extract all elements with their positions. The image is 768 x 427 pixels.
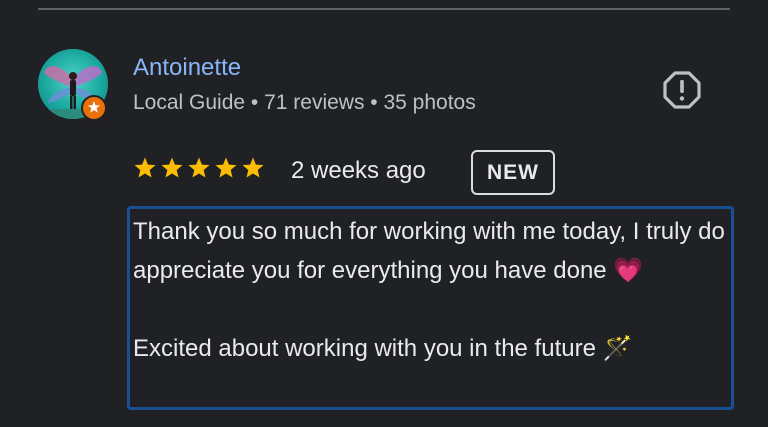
review-text: Thank you so much for working with me to… bbox=[133, 218, 725, 362]
divider bbox=[38, 8, 730, 10]
star-icon bbox=[134, 157, 156, 178]
local-guide-icon bbox=[88, 101, 100, 113]
report-icon bbox=[663, 71, 701, 109]
star-icon bbox=[215, 157, 237, 178]
review-time: 2 weeks ago bbox=[291, 157, 426, 184]
star-icon bbox=[161, 157, 183, 178]
new-badge: NEW bbox=[471, 150, 555, 195]
local-guide-badge bbox=[81, 95, 107, 121]
star-rating bbox=[133, 156, 265, 180]
star-icon bbox=[188, 157, 210, 178]
reviewer-meta: Local Guide • 71 reviews • 35 photos bbox=[133, 91, 476, 114]
reviewer-name[interactable]: Antoinette bbox=[133, 54, 241, 82]
star-icon bbox=[242, 157, 264, 178]
report-button[interactable] bbox=[660, 68, 704, 112]
